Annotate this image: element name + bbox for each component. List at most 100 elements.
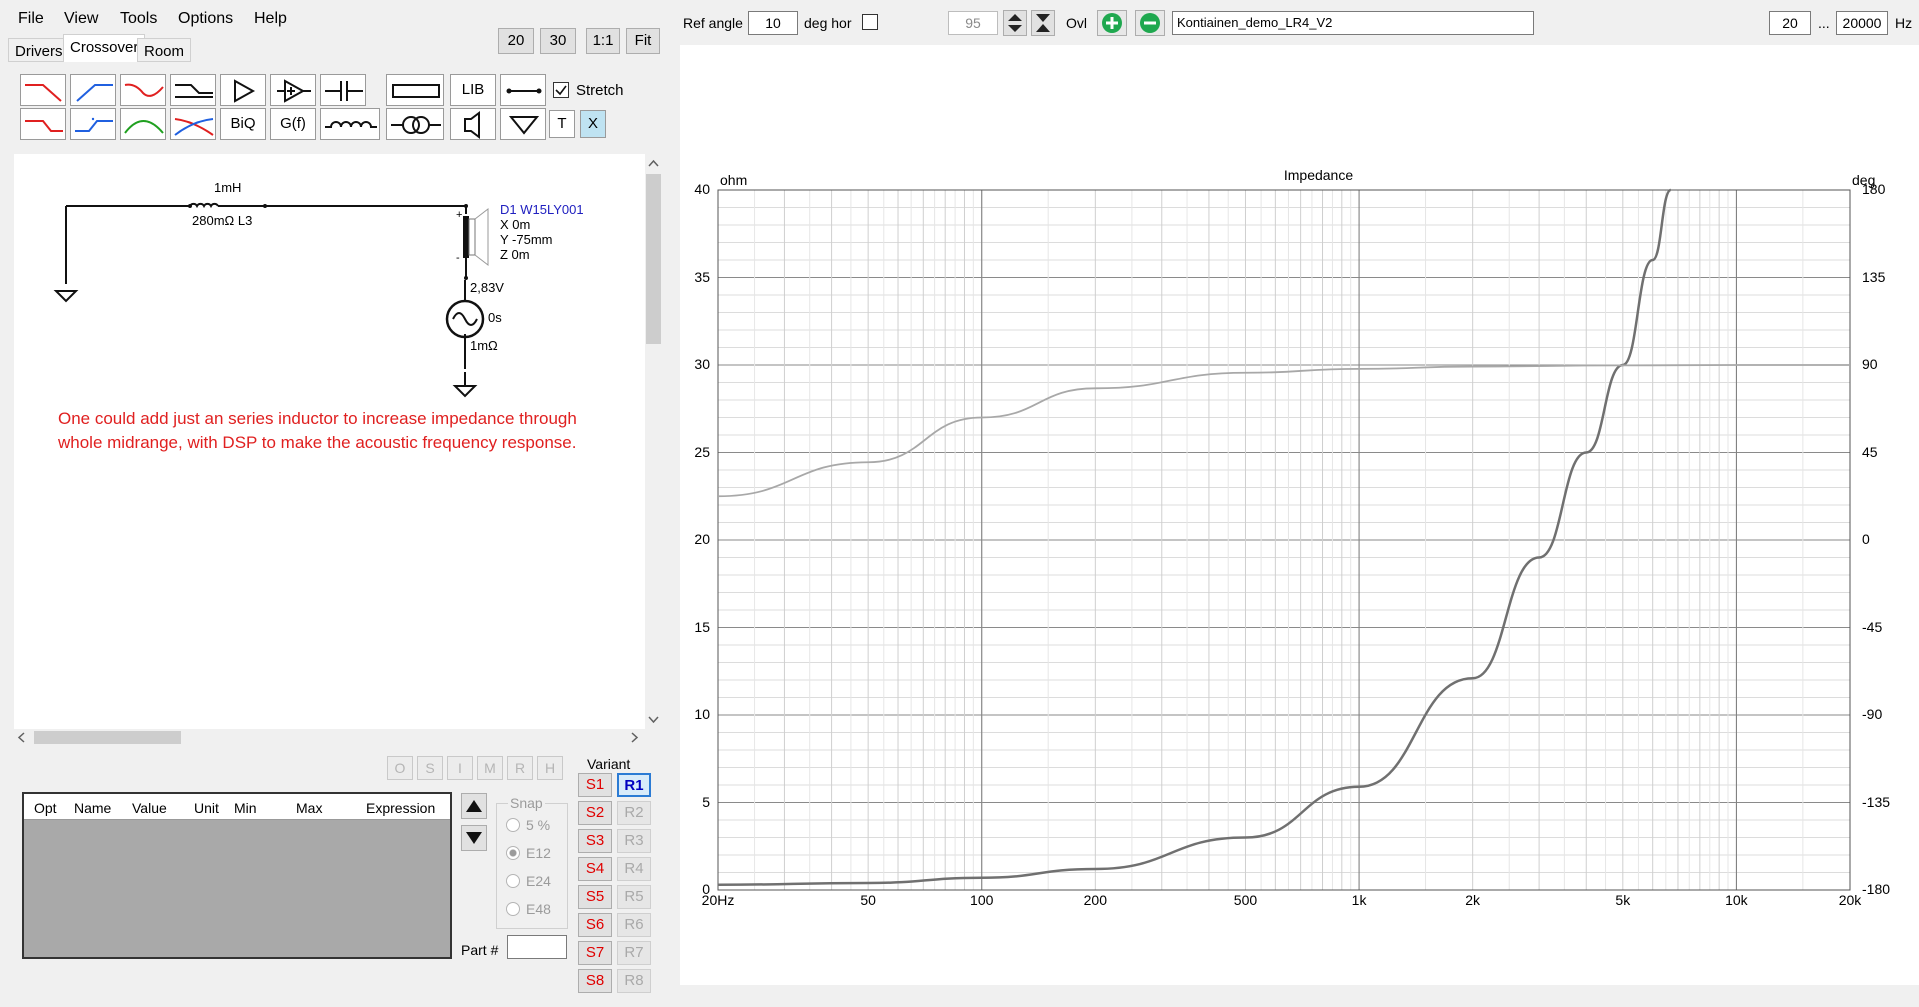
- flag-m-button[interactable]: M: [477, 756, 503, 780]
- col-min[interactable]: Min: [234, 800, 257, 816]
- variant-r1-button[interactable]: R1: [617, 773, 651, 797]
- spl-max-input[interactable]: 95: [948, 11, 998, 35]
- driver-tool[interactable]: [450, 108, 496, 140]
- shelf-tool[interactable]: [170, 74, 216, 106]
- resistor-tool[interactable]: [386, 74, 444, 106]
- delete-tool[interactable]: X: [580, 110, 606, 138]
- highpass-tool[interactable]: [70, 74, 116, 106]
- project-name-field[interactable]: Kontiainen_demo_LR4_V2: [1172, 11, 1534, 35]
- spl-max-checkbox[interactable]: [862, 14, 878, 30]
- variant-s2-button[interactable]: S2: [578, 801, 612, 825]
- buffer-tool[interactable]: [220, 74, 266, 106]
- tab-drivers[interactable]: Drivers: [8, 38, 70, 62]
- variant-s1-button[interactable]: S1: [578, 773, 612, 797]
- inductor-tool[interactable]: [320, 108, 380, 140]
- driver-name: D1 W15LY001: [500, 202, 584, 217]
- lowpass-icon: [25, 84, 62, 102]
- text-tool[interactable]: T: [549, 110, 575, 138]
- freq-max-input[interactable]: 20000: [1836, 11, 1888, 35]
- checkmark-icon: [555, 85, 567, 96]
- variant-s7-button[interactable]: S7: [578, 941, 612, 965]
- move-up-button[interactable]: [461, 793, 487, 819]
- bandpass-tool[interactable]: [120, 108, 166, 140]
- variant-r8-button[interactable]: R8: [617, 969, 651, 993]
- capacitor-tool[interactable]: [320, 74, 366, 106]
- add-overlay-button[interactable]: [1097, 10, 1127, 36]
- snap-5-radio[interactable]: 5 %: [506, 817, 550, 833]
- snap-e24-radio[interactable]: E24: [506, 873, 551, 889]
- buffer-icon: [234, 79, 256, 103]
- ref-angle-input[interactable]: 10: [748, 11, 798, 35]
- wire-tool[interactable]: [500, 74, 546, 106]
- menu-options[interactable]: Options: [178, 10, 233, 28]
- flag-i-button[interactable]: I: [447, 756, 473, 780]
- col-unit[interactable]: Unit: [194, 800, 219, 816]
- variant-s4-button[interactable]: S4: [578, 857, 612, 881]
- menu-view[interactable]: View: [64, 10, 98, 28]
- collapse-button[interactable]: [1031, 10, 1055, 36]
- transfer-function-button[interactable]: G(f): [270, 108, 316, 140]
- schematic-canvas[interactable]: 1mH 280mΩ L3 + - D1 W15LY001 X 0m Y -75m…: [14, 154, 645, 729]
- flag-h-button[interactable]: H: [537, 756, 563, 780]
- highpass-icon: [76, 84, 113, 102]
- crossover-tool[interactable]: [170, 108, 216, 140]
- flag-s-button[interactable]: S: [417, 756, 443, 780]
- spin-up-down-button[interactable]: [1003, 10, 1027, 36]
- crossover-panel: File View Tools Options Help Drivers Cro…: [0, 0, 668, 1007]
- flag-r-button[interactable]: R: [507, 756, 533, 780]
- menu-file[interactable]: File: [18, 10, 44, 28]
- variant-r3-button[interactable]: R3: [617, 829, 651, 853]
- highpass-2nd-tool[interactable]: [70, 108, 116, 140]
- zoom-1-1-button[interactable]: 1:1: [586, 28, 620, 54]
- snap-e48-radio[interactable]: E48: [506, 901, 551, 917]
- driver-d1-symbol: [463, 207, 489, 278]
- ground-tool[interactable]: [500, 108, 546, 140]
- lowpass-tool[interactable]: [20, 74, 66, 106]
- variant-r4-button[interactable]: R4: [617, 857, 651, 881]
- library-button[interactable]: LIB: [450, 74, 496, 106]
- view-30-button[interactable]: 30: [540, 28, 576, 54]
- col-expression[interactable]: Expression: [366, 800, 435, 816]
- col-max[interactable]: Max: [296, 800, 322, 816]
- col-opt[interactable]: Opt: [34, 800, 57, 816]
- freq-min-input[interactable]: 20: [1769, 11, 1811, 35]
- schematic-vscroll[interactable]: [645, 154, 662, 729]
- x-tick-label: 10k: [1725, 892, 1748, 908]
- remove-overlay-button[interactable]: [1135, 10, 1165, 36]
- part-number-input[interactable]: [507, 935, 567, 959]
- menu-help[interactable]: Help: [254, 10, 287, 28]
- transformer-tool[interactable]: [386, 108, 444, 140]
- col-name[interactable]: Name: [74, 800, 111, 816]
- amplifier-tool[interactable]: [270, 74, 316, 106]
- variant-s5-button[interactable]: S5: [578, 885, 612, 909]
- impedance-graph[interactable]: Impedance ohm deg 0 5 10 15 20 25 30 35 40 -180 -1…: [680, 45, 1919, 985]
- view-20-button[interactable]: 20: [498, 28, 534, 54]
- stretch-checkbox[interactable]: [553, 82, 569, 98]
- x-tick-label: 20k: [1838, 892, 1862, 908]
- menu-tools[interactable]: Tools: [120, 10, 157, 28]
- snap-e12-radio[interactable]: E12: [506, 845, 551, 861]
- hscroll-thumb[interactable]: [34, 731, 181, 744]
- variant-r5-button[interactable]: R5: [617, 885, 651, 909]
- tab-room[interactable]: Room: [137, 38, 192, 62]
- x-tick-label: 200: [1083, 892, 1107, 908]
- bandstop-tool[interactable]: [120, 74, 166, 106]
- x-tick-label: 500: [1233, 892, 1258, 908]
- move-down-button[interactable]: [461, 825, 487, 851]
- fit-button[interactable]: Fit: [626, 28, 660, 54]
- variant-s8-button[interactable]: S8: [578, 969, 612, 993]
- lowpass-2nd-tool[interactable]: [20, 108, 66, 140]
- variant-s6-button[interactable]: S6: [578, 913, 612, 937]
- parts-table[interactable]: Opt Name Value Unit Min Max Expression: [22, 792, 452, 959]
- flag-o-button[interactable]: O: [387, 756, 413, 780]
- annotation-line-1: One could add just an series inductor to…: [58, 409, 577, 428]
- schematic-hscroll[interactable]: [14, 729, 645, 746]
- variant-r7-button[interactable]: R7: [617, 941, 651, 965]
- variant-s3-button[interactable]: S3: [578, 829, 612, 853]
- variant-r6-button[interactable]: R6: [617, 913, 651, 937]
- biquad-button[interactable]: BiQ: [220, 108, 266, 140]
- variant-r2-button[interactable]: R2: [617, 801, 651, 825]
- tab-crossover[interactable]: Crossover: [63, 34, 146, 62]
- col-value[interactable]: Value: [132, 800, 167, 816]
- vscroll-thumb[interactable]: [646, 174, 661, 344]
